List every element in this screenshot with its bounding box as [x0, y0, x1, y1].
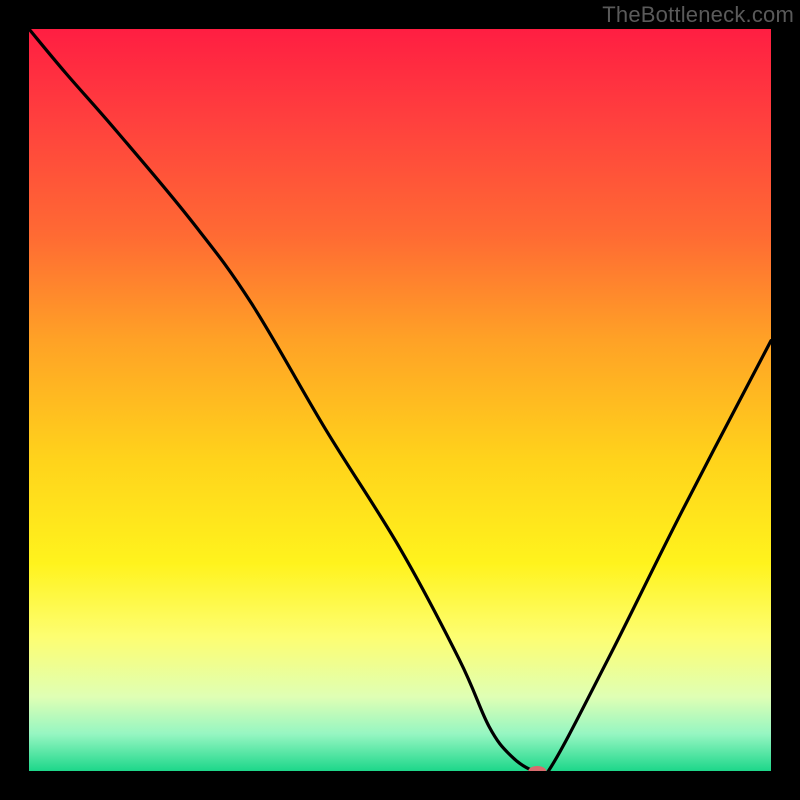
- gradient-background: [29, 29, 771, 771]
- watermark-text: TheBottleneck.com: [602, 2, 794, 28]
- chart-svg: [29, 29, 771, 771]
- chart-container: TheBottleneck.com: [0, 0, 800, 800]
- plot-area: [29, 29, 771, 771]
